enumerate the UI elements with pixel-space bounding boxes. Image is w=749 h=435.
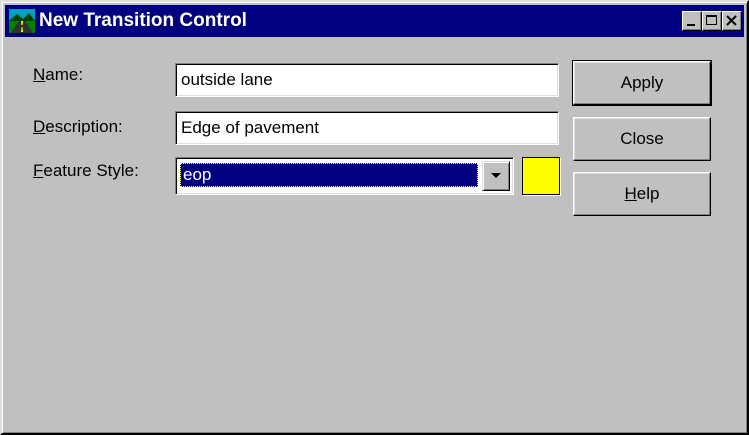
feature-style-label: Feature Style:	[33, 161, 139, 180]
close-window-button[interactable]	[722, 11, 742, 31]
feature-color-swatch[interactable]	[522, 157, 560, 195]
maximize-button[interactable]	[702, 11, 722, 31]
window-title: New Transition Control	[39, 10, 247, 31]
close-button[interactable]: Close	[573, 117, 711, 161]
title-bar[interactable]: New Transition Control	[5, 5, 744, 37]
maximize-icon	[706, 15, 717, 25]
name-field[interactable]: outside lane	[175, 63, 559, 97]
help-button[interactable]: Help	[573, 172, 711, 216]
minimize-icon	[687, 24, 695, 26]
apply-button[interactable]: Apply	[572, 60, 712, 106]
name-label: Name:	[33, 65, 84, 84]
feature-style-value: eop	[180, 163, 478, 187]
description-field[interactable]: Edge of pavement	[175, 111, 559, 145]
feature-style-select[interactable]: eop	[175, 157, 514, 195]
dialog-window: New Transition Control Name: outside lan…	[0, 0, 749, 435]
app-road-icon	[9, 9, 35, 33]
minimize-button[interactable]	[682, 11, 702, 31]
feature-style-dropdown-button[interactable]	[482, 161, 510, 191]
close-icon	[726, 15, 737, 26]
description-label: Description:	[33, 117, 123, 136]
chevron-down-icon	[491, 173, 501, 178]
